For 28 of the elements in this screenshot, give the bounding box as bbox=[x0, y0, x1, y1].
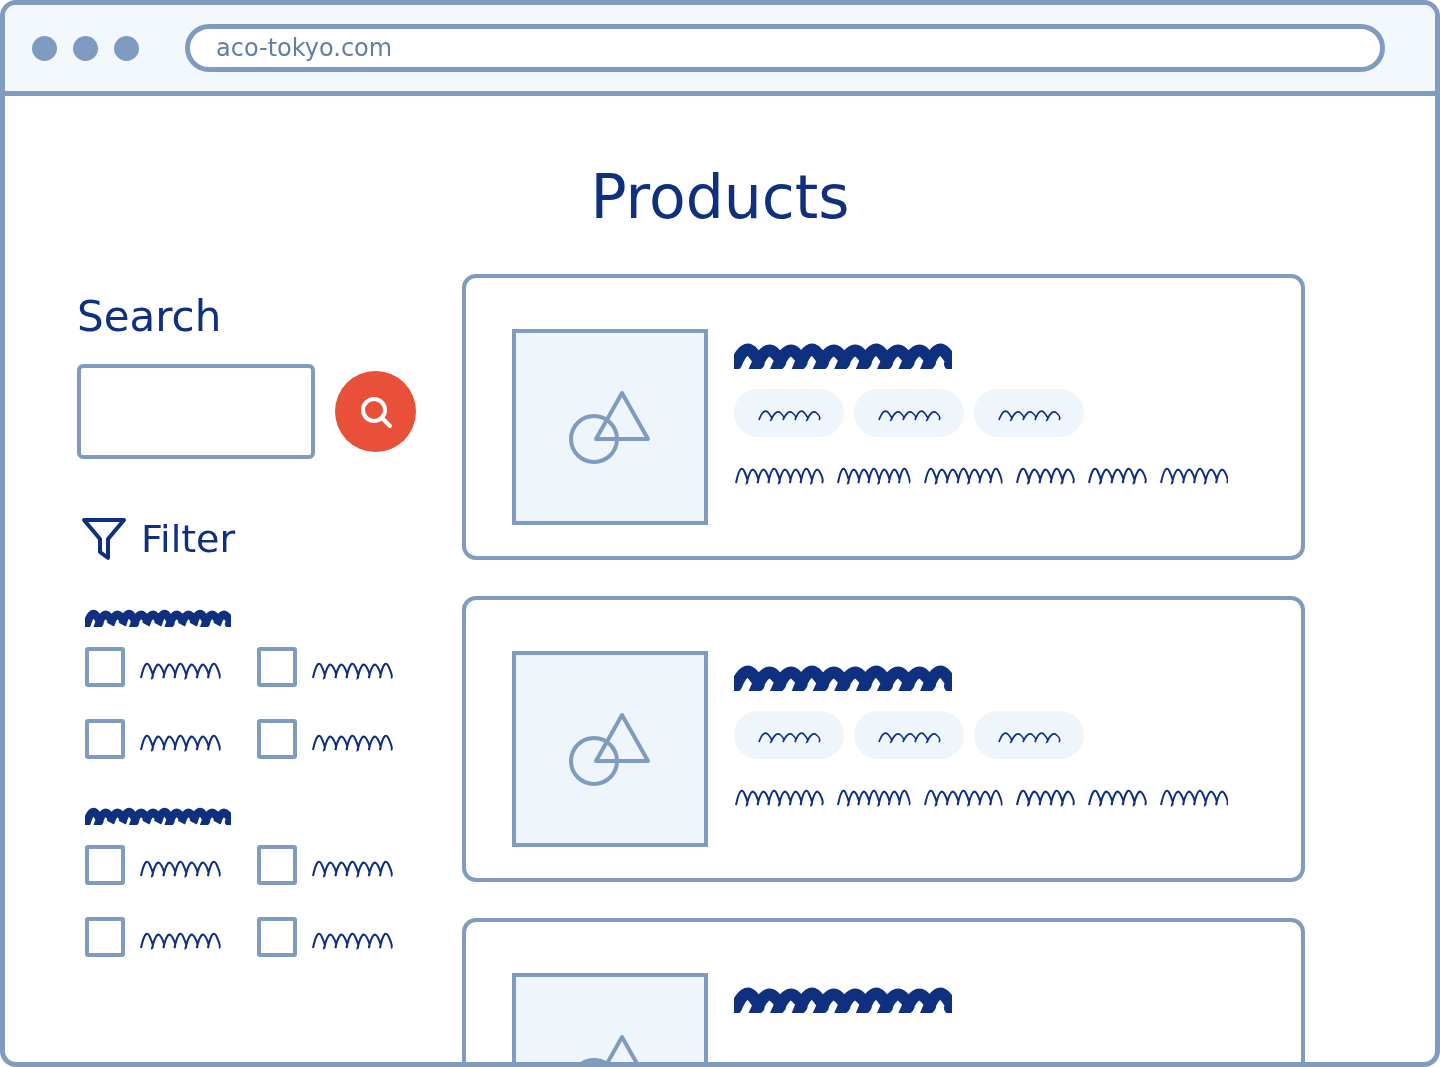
page-title: Products bbox=[589, 162, 851, 232]
filter-heading: Filter bbox=[141, 517, 236, 561]
tag-pill[interactable] bbox=[974, 711, 1084, 759]
window-dot-icon[interactable] bbox=[114, 35, 139, 61]
window-dot-icon[interactable] bbox=[73, 35, 98, 61]
checkbox[interactable] bbox=[257, 647, 297, 687]
shapes-icon bbox=[568, 389, 652, 465]
address-bar[interactable]: aco-tokyo.com bbox=[185, 24, 1385, 72]
tag-pill[interactable] bbox=[854, 389, 964, 437]
search-field[interactable] bbox=[77, 364, 315, 459]
product-card[interactable] bbox=[462, 596, 1305, 882]
window-dot-icon[interactable] bbox=[32, 35, 57, 61]
checkbox[interactable] bbox=[257, 845, 297, 885]
product-card[interactable] bbox=[462, 274, 1305, 560]
tag-pill[interactable] bbox=[734, 711, 844, 759]
search-heading: Search bbox=[77, 292, 223, 342]
checkbox[interactable] bbox=[85, 719, 125, 759]
checkbox[interactable] bbox=[85, 845, 125, 885]
tag-pill[interactable] bbox=[854, 711, 964, 759]
checkbox[interactable] bbox=[85, 917, 125, 957]
filter-icon bbox=[81, 517, 127, 561]
shapes-icon bbox=[568, 711, 652, 787]
product-card[interactable] bbox=[462, 918, 1305, 1062]
tag-pill[interactable] bbox=[974, 389, 1084, 437]
checkbox[interactable] bbox=[85, 647, 125, 687]
tag-pill[interactable] bbox=[734, 389, 844, 437]
checkbox[interactable] bbox=[257, 719, 297, 759]
checkbox[interactable] bbox=[257, 917, 297, 957]
